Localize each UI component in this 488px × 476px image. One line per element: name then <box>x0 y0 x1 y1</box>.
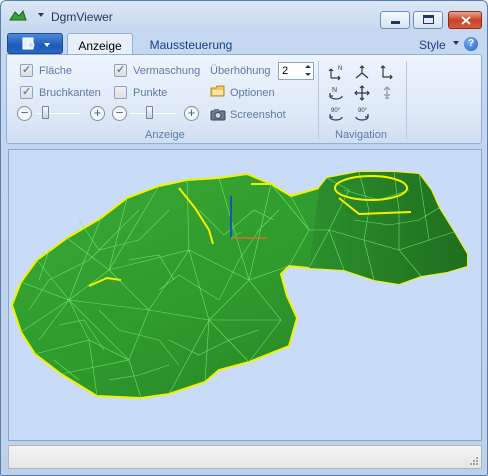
app-logo-icon <box>9 9 27 21</box>
punkte-label: Punkte <box>133 87 168 99</box>
slider2-plus-button[interactable]: + <box>184 106 199 121</box>
axis-e-icon[interactable] <box>378 63 396 81</box>
anzeige-group-title: Anzeige <box>145 129 185 141</box>
punkte-checkbox[interactable] <box>114 86 127 99</box>
svg-text:N: N <box>332 87 337 94</box>
application-menu-button[interactable] <box>7 33 63 54</box>
bruchkanten-checkbox[interactable]: ✓ <box>20 86 33 99</box>
minimize-button[interactable] <box>380 11 410 29</box>
checkmark-icon: ✓ <box>22 86 32 98</box>
flaeche-checkbox[interactable]: ✓ <box>20 64 33 77</box>
checkmark-icon: ✓ <box>22 64 32 76</box>
svg-text:90°: 90° <box>331 108 341 114</box>
spin-down-icon[interactable] <box>303 71 313 79</box>
vermaschung-checkbox[interactable]: ✓ <box>114 64 127 77</box>
optionen-button[interactable]: Optionen <box>230 87 275 99</box>
resize-grip-icon[interactable] <box>469 456 479 466</box>
minimize-icon <box>391 21 400 24</box>
window-title: DgmViewer <box>51 10 113 24</box>
title-bar[interactable]: DgmViewer <box>1 1 487 31</box>
style-menu[interactable]: Style <box>419 38 446 52</box>
quick-access-arrow-icon[interactable] <box>38 13 44 17</box>
bruchkanten-label: Bruchkanten <box>39 87 101 99</box>
options-folder-icon <box>210 85 225 97</box>
rotate-90-right-icon[interactable]: 90° <box>353 105 371 123</box>
close-button[interactable] <box>448 11 482 29</box>
checkmark-icon: ✓ <box>116 64 126 76</box>
ueberhoehung-spinner[interactable]: 2 <box>278 62 314 80</box>
help-icon[interactable]: ? <box>464 37 478 51</box>
axis-iso-icon[interactable] <box>353 63 371 81</box>
status-bar <box>8 445 482 469</box>
slider2-track[interactable] <box>130 113 176 114</box>
chevron-down-icon <box>44 43 50 47</box>
axis-n-icon[interactable]: N <box>327 63 345 81</box>
slider2-minus-button[interactable]: − <box>112 106 127 121</box>
navigation-group-title: Navigation <box>335 129 387 141</box>
ueberhoehung-label: Überhöhung <box>210 65 271 77</box>
tab-anzeige[interactable]: Anzeige <box>67 33 133 55</box>
group-separator <box>406 61 407 139</box>
terrain-viewport[interactable] <box>8 149 482 441</box>
rotate-90-left-icon[interactable]: 90° <box>327 105 345 123</box>
style-dropdown-icon[interactable] <box>453 41 459 45</box>
svg-text:90°: 90° <box>358 108 368 114</box>
slider2-thumb[interactable] <box>146 106 153 119</box>
terrain-peak <box>309 172 467 284</box>
maximize-button[interactable] <box>413 11 443 29</box>
settings-document-icon <box>22 37 35 50</box>
zoom-up-icon[interactable] <box>378 84 396 102</box>
tab-maussteuerung[interactable]: Maussteuerung <box>143 33 239 55</box>
main-window: DgmViewer Anzeige Maussteuerung Style ? … <box>0 0 488 476</box>
close-icon <box>461 16 471 25</box>
ueberhoehung-value[interactable]: 2 <box>282 65 288 77</box>
terrain-model <box>10 171 468 400</box>
group-separator <box>318 61 319 139</box>
pan-icon[interactable] <box>353 84 371 102</box>
maximize-icon <box>423 15 434 24</box>
svg-text:N: N <box>338 66 342 72</box>
rotate-n-icon[interactable]: N <box>327 84 345 102</box>
screenshot-button[interactable]: Screenshot <box>230 109 286 121</box>
slider1-minus-button[interactable]: − <box>17 106 32 121</box>
slider1-plus-button[interactable]: + <box>90 106 105 121</box>
camera-icon <box>210 109 226 121</box>
spin-up-icon[interactable] <box>303 63 313 71</box>
slider1-thumb[interactable] <box>42 106 49 119</box>
vermaschung-label: Vermaschung <box>133 65 201 77</box>
flaeche-label: Fläche <box>39 65 73 77</box>
